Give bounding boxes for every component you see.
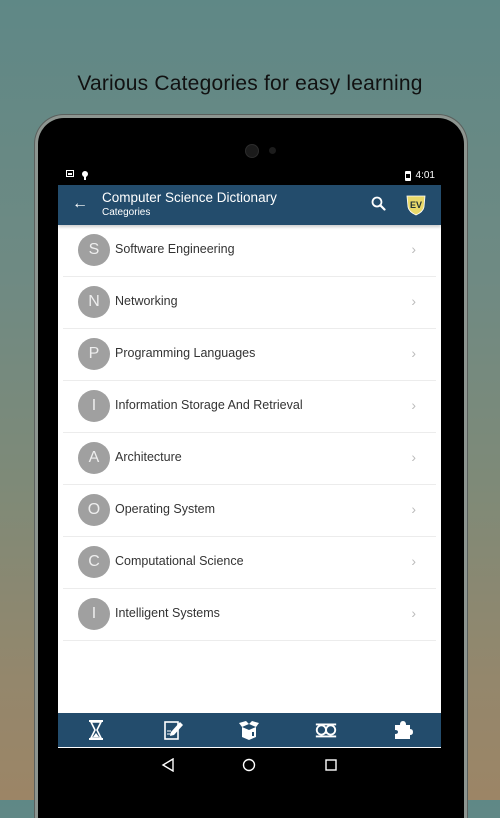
owl-icon <box>315 723 337 738</box>
category-list: S Software Engineering › N Networking › … <box>58 225 441 641</box>
category-item[interactable]: I Intelligent Systems › <box>63 589 436 641</box>
chevron-right-icon: › <box>411 449 416 465</box>
app-subtitle: Categories <box>102 207 151 218</box>
image-notification-icon <box>66 170 74 177</box>
category-avatar: I <box>78 390 110 422</box>
edit-document-icon <box>164 721 183 740</box>
camera <box>245 144 259 158</box>
sensor <box>269 147 276 154</box>
system-back-icon[interactable] <box>161 758 175 772</box>
chevron-right-icon: › <box>411 553 416 569</box>
back-arrow-icon[interactable]: ← <box>72 195 88 213</box>
chevron-right-icon: › <box>411 241 416 257</box>
category-item[interactable]: P Programming Languages › <box>63 329 436 381</box>
category-avatar: N <box>78 286 110 318</box>
hourglass-icon <box>89 720 104 740</box>
category-avatar: S <box>78 234 110 266</box>
category-label: Intelligent Systems <box>115 606 220 620</box>
open-box-icon <box>239 721 260 740</box>
promo-caption: Various Categories for easy learning <box>77 72 423 95</box>
category-item[interactable]: O Operating System › <box>63 485 436 537</box>
chevron-right-icon: › <box>411 605 416 621</box>
nav-puzzle-button[interactable] <box>391 718 415 742</box>
chevron-right-icon: › <box>411 397 416 413</box>
nav-hourglass-button[interactable] <box>84 718 108 742</box>
category-label: Operating System <box>115 502 216 516</box>
bottom-navigation <box>58 713 441 747</box>
app-logo-icon[interactable]: EV <box>406 194 426 216</box>
category-item[interactable]: S Software Engineering › <box>63 225 436 277</box>
app-bar: ← Computer Science Dictionary Categories… <box>58 185 441 225</box>
system-recents-icon[interactable] <box>324 758 338 772</box>
tablet-frame: 4:01 ← Computer Science Dictionary Categ… <box>38 118 464 818</box>
battery-icon <box>404 170 411 181</box>
status-bar: 4:01 <box>58 167 441 185</box>
chevron-right-icon: › <box>411 501 416 517</box>
chevron-right-icon: › <box>411 293 416 309</box>
category-item[interactable]: A Architecture › <box>63 433 436 485</box>
chevron-right-icon: › <box>411 345 416 361</box>
app-title: Computer Science Dictionary <box>102 190 277 205</box>
category-label: Information Storage And Retrieval <box>115 398 303 412</box>
category-avatar: I <box>78 598 110 630</box>
system-home-icon[interactable] <box>242 758 256 772</box>
nav-owl-button[interactable] <box>314 718 338 742</box>
search-icon[interactable] <box>370 195 388 213</box>
android-notification-icon <box>82 170 88 180</box>
category-avatar: P <box>78 338 110 370</box>
category-item[interactable]: C Computational Science › <box>63 537 436 589</box>
nav-box-button[interactable] <box>237 718 261 742</box>
category-label: Programming Languages <box>115 346 256 360</box>
category-item[interactable]: N Networking › <box>63 277 436 329</box>
category-label: Software Engineering <box>115 242 235 256</box>
category-label: Architecture <box>115 450 182 464</box>
category-avatar: A <box>78 442 110 474</box>
category-item[interactable]: I Information Storage And Retrieval › <box>63 381 436 433</box>
system-navigation-bar <box>58 748 441 784</box>
category-avatar: C <box>78 546 110 578</box>
status-time: 4:01 <box>415 170 435 181</box>
category-label: Networking <box>115 294 178 308</box>
puzzle-piece-icon <box>394 721 413 739</box>
nav-edit-button[interactable] <box>161 718 185 742</box>
category-avatar: O <box>78 494 110 526</box>
category-label: Computational Science <box>115 554 244 568</box>
logo-text: EV <box>410 200 422 210</box>
